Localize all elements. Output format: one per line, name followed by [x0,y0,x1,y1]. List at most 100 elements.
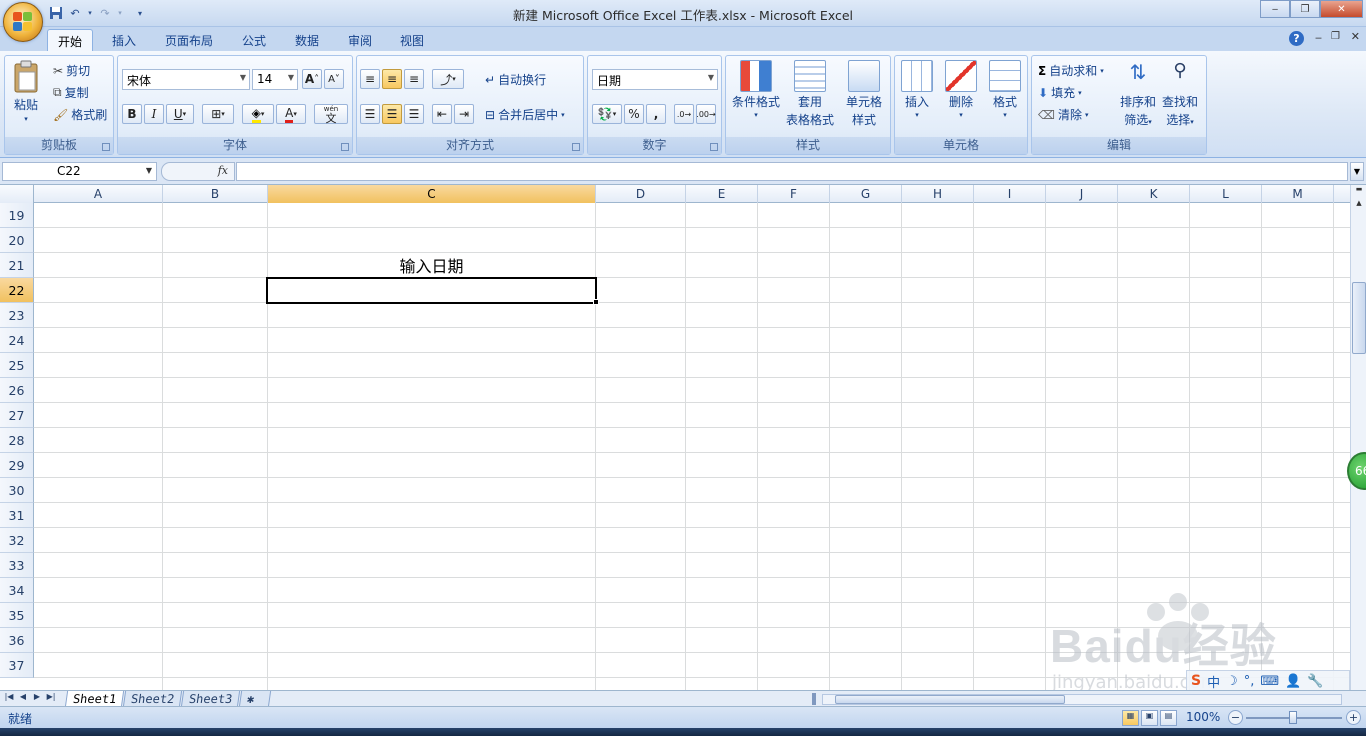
borders-button[interactable]: ⊞ ▾ [202,104,234,124]
sheet-tab[interactable]: Sheet2 [122,691,183,707]
split-handle-icon[interactable]: ▬ [1352,185,1366,197]
orientation-button[interactable]: ⤴ ▾ [432,69,464,89]
top-align-button[interactable]: ≡ [360,69,380,89]
punctuation-icon[interactable]: °, [1244,674,1255,689]
row-header[interactable]: 24 [0,328,34,353]
bold-button[interactable]: B [122,104,142,124]
row-header[interactable]: 33 [0,553,34,578]
column-header[interactable]: F [758,185,830,203]
first-sheet-icon[interactable]: |◀ [4,692,14,705]
column-header[interactable]: B [163,185,268,203]
bottom-align-button[interactable]: ≡ [404,69,424,89]
last-sheet-icon[interactable]: ▶| [46,692,56,705]
font-size-select[interactable]: 14 ▼ [252,69,298,90]
page-layout-view-button[interactable]: ▣ [1141,710,1158,726]
column-header[interactable]: M [1262,185,1334,203]
help-icon[interactable]: ? [1289,31,1304,46]
insert-cells-button[interactable]: 插入 ▾ [901,60,933,119]
middle-align-button[interactable]: ≡ [382,69,402,89]
zoom-out-button[interactable]: − [1228,710,1243,725]
font-launcher-icon[interactable] [341,143,349,151]
tab-formulas[interactable]: 公式 [232,29,276,51]
row-header[interactable]: 31 [0,503,34,528]
cut-button[interactable]: ✂ 剪切 [53,62,90,79]
row-header[interactable]: 26 [0,378,34,403]
shrink-font-button[interactable]: A ˅ [324,69,344,89]
minimize-button[interactable]: ‒ [1260,0,1290,18]
merge-center-button[interactable]: ⊟ 合并后居中 ▾ [485,106,565,123]
select-all-corner[interactable] [0,185,34,203]
horizontal-scroll-thumb[interactable] [835,695,1065,704]
sogou-s-icon[interactable]: S [1191,673,1201,689]
name-box-dropdown-icon[interactable]: ▼ [146,166,152,175]
delete-cells-button[interactable]: 删除 ▾ [945,60,977,119]
row-header[interactable]: 23 [0,303,34,328]
cell-c21[interactable]: 输入日期 [268,253,595,278]
wrap-text-button[interactable]: ↵ 自动换行 [485,71,546,88]
currency-button[interactable]: 💱 ▾ [592,104,622,124]
row-header[interactable]: 35 [0,603,34,628]
tab-home[interactable]: 开始 [47,29,94,51]
number-launcher-icon[interactable] [710,143,718,151]
vertical-scrollbar[interactable]: ▬ ▲ [1350,185,1366,690]
conditional-format-button[interactable]: 条件格式 ▾ [732,60,780,119]
workbook-restore-icon[interactable]: ❐ [1331,31,1340,42]
column-header[interactable]: K [1118,185,1190,203]
prev-sheet-icon[interactable]: ◀ [18,692,28,705]
scroll-up-icon[interactable]: ▲ [1352,199,1366,211]
grow-font-button[interactable]: A ˄ [302,69,322,89]
maximize-button[interactable]: ❐ [1290,0,1320,18]
zoom-slider-thumb[interactable] [1289,711,1297,724]
office-button[interactable] [3,2,43,42]
increase-decimal-button[interactable]: .0→ [674,104,694,124]
user-icon[interactable]: 👤 [1285,674,1301,689]
row-header[interactable]: 25 [0,353,34,378]
fill-handle[interactable] [593,299,599,305]
fill-color-button[interactable]: ◈ ▾ [242,104,274,124]
normal-view-button[interactable]: ▦ [1122,710,1139,726]
zoom-level[interactable]: 100% [1186,710,1220,724]
row-header[interactable]: 37 [0,653,34,678]
clipboard-launcher-icon[interactable] [102,143,110,151]
decrease-indent-button[interactable]: ⇤ [432,104,452,124]
alignment-launcher-icon[interactable] [572,143,580,151]
tab-page-layout[interactable]: 页面布局 [155,29,223,51]
workbook-close-icon[interactable]: ✕ [1351,30,1360,43]
row-header[interactable]: 32 [0,528,34,553]
percent-button[interactable]: % [624,104,644,124]
comma-button[interactable]: , [646,104,666,124]
row-header[interactable]: 34 [0,578,34,603]
row-header[interactable]: 36 [0,628,34,653]
expand-formula-bar-icon[interactable]: ▼ [1350,162,1364,181]
row-header[interactable]: 27 [0,403,34,428]
font-color-button[interactable]: A ▾ [276,104,306,124]
column-header[interactable]: D [596,185,686,203]
tab-data[interactable]: 数据 [285,29,329,51]
format-cells-button[interactable]: 格式 ▾ [989,60,1021,119]
column-header[interactable]: J [1046,185,1118,203]
row-header[interactable]: 30 [0,478,34,503]
workbook-minimize-icon[interactable]: ‒ [1315,31,1322,44]
zoom-in-button[interactable]: + [1346,710,1361,725]
insert-function-button[interactable]: fx [161,162,235,181]
format-painter-button[interactable]: 🖌 格式刷 [53,106,107,123]
worksheet-grid[interactable]: A B C D E F G H I J K L M 19 20 21 22 23… [0,185,1350,690]
align-center-button[interactable]: ☰ [382,104,402,124]
column-header[interactable]: E [686,185,758,203]
tab-review[interactable]: 审阅 [338,29,382,51]
sort-filter-button[interactable]: ⇅ 排序和 筛选▾ [1120,60,1156,128]
row-header[interactable]: 28 [0,428,34,453]
row-header[interactable]: 19 [0,203,34,228]
number-format-select[interactable]: 日期 ▼ [592,69,718,90]
cell-styles-button[interactable]: 单元格 样式 [846,60,882,128]
ime-language[interactable]: 中 [1207,672,1220,691]
row-header[interactable]: 29 [0,453,34,478]
find-select-button[interactable]: ⚲ 查找和 选择▾ [1162,60,1198,128]
sheet-tab[interactable]: Sheet1 [64,691,125,707]
row-header[interactable]: 21 [0,253,34,278]
tab-split-handle[interactable] [812,693,816,705]
vertical-scroll-thumb[interactable] [1352,282,1366,354]
column-header[interactable]: H [902,185,974,203]
paste-button[interactable]: 粘贴 ▾ [11,60,41,123]
phonetic-button[interactable]: wén 文 [314,104,348,124]
